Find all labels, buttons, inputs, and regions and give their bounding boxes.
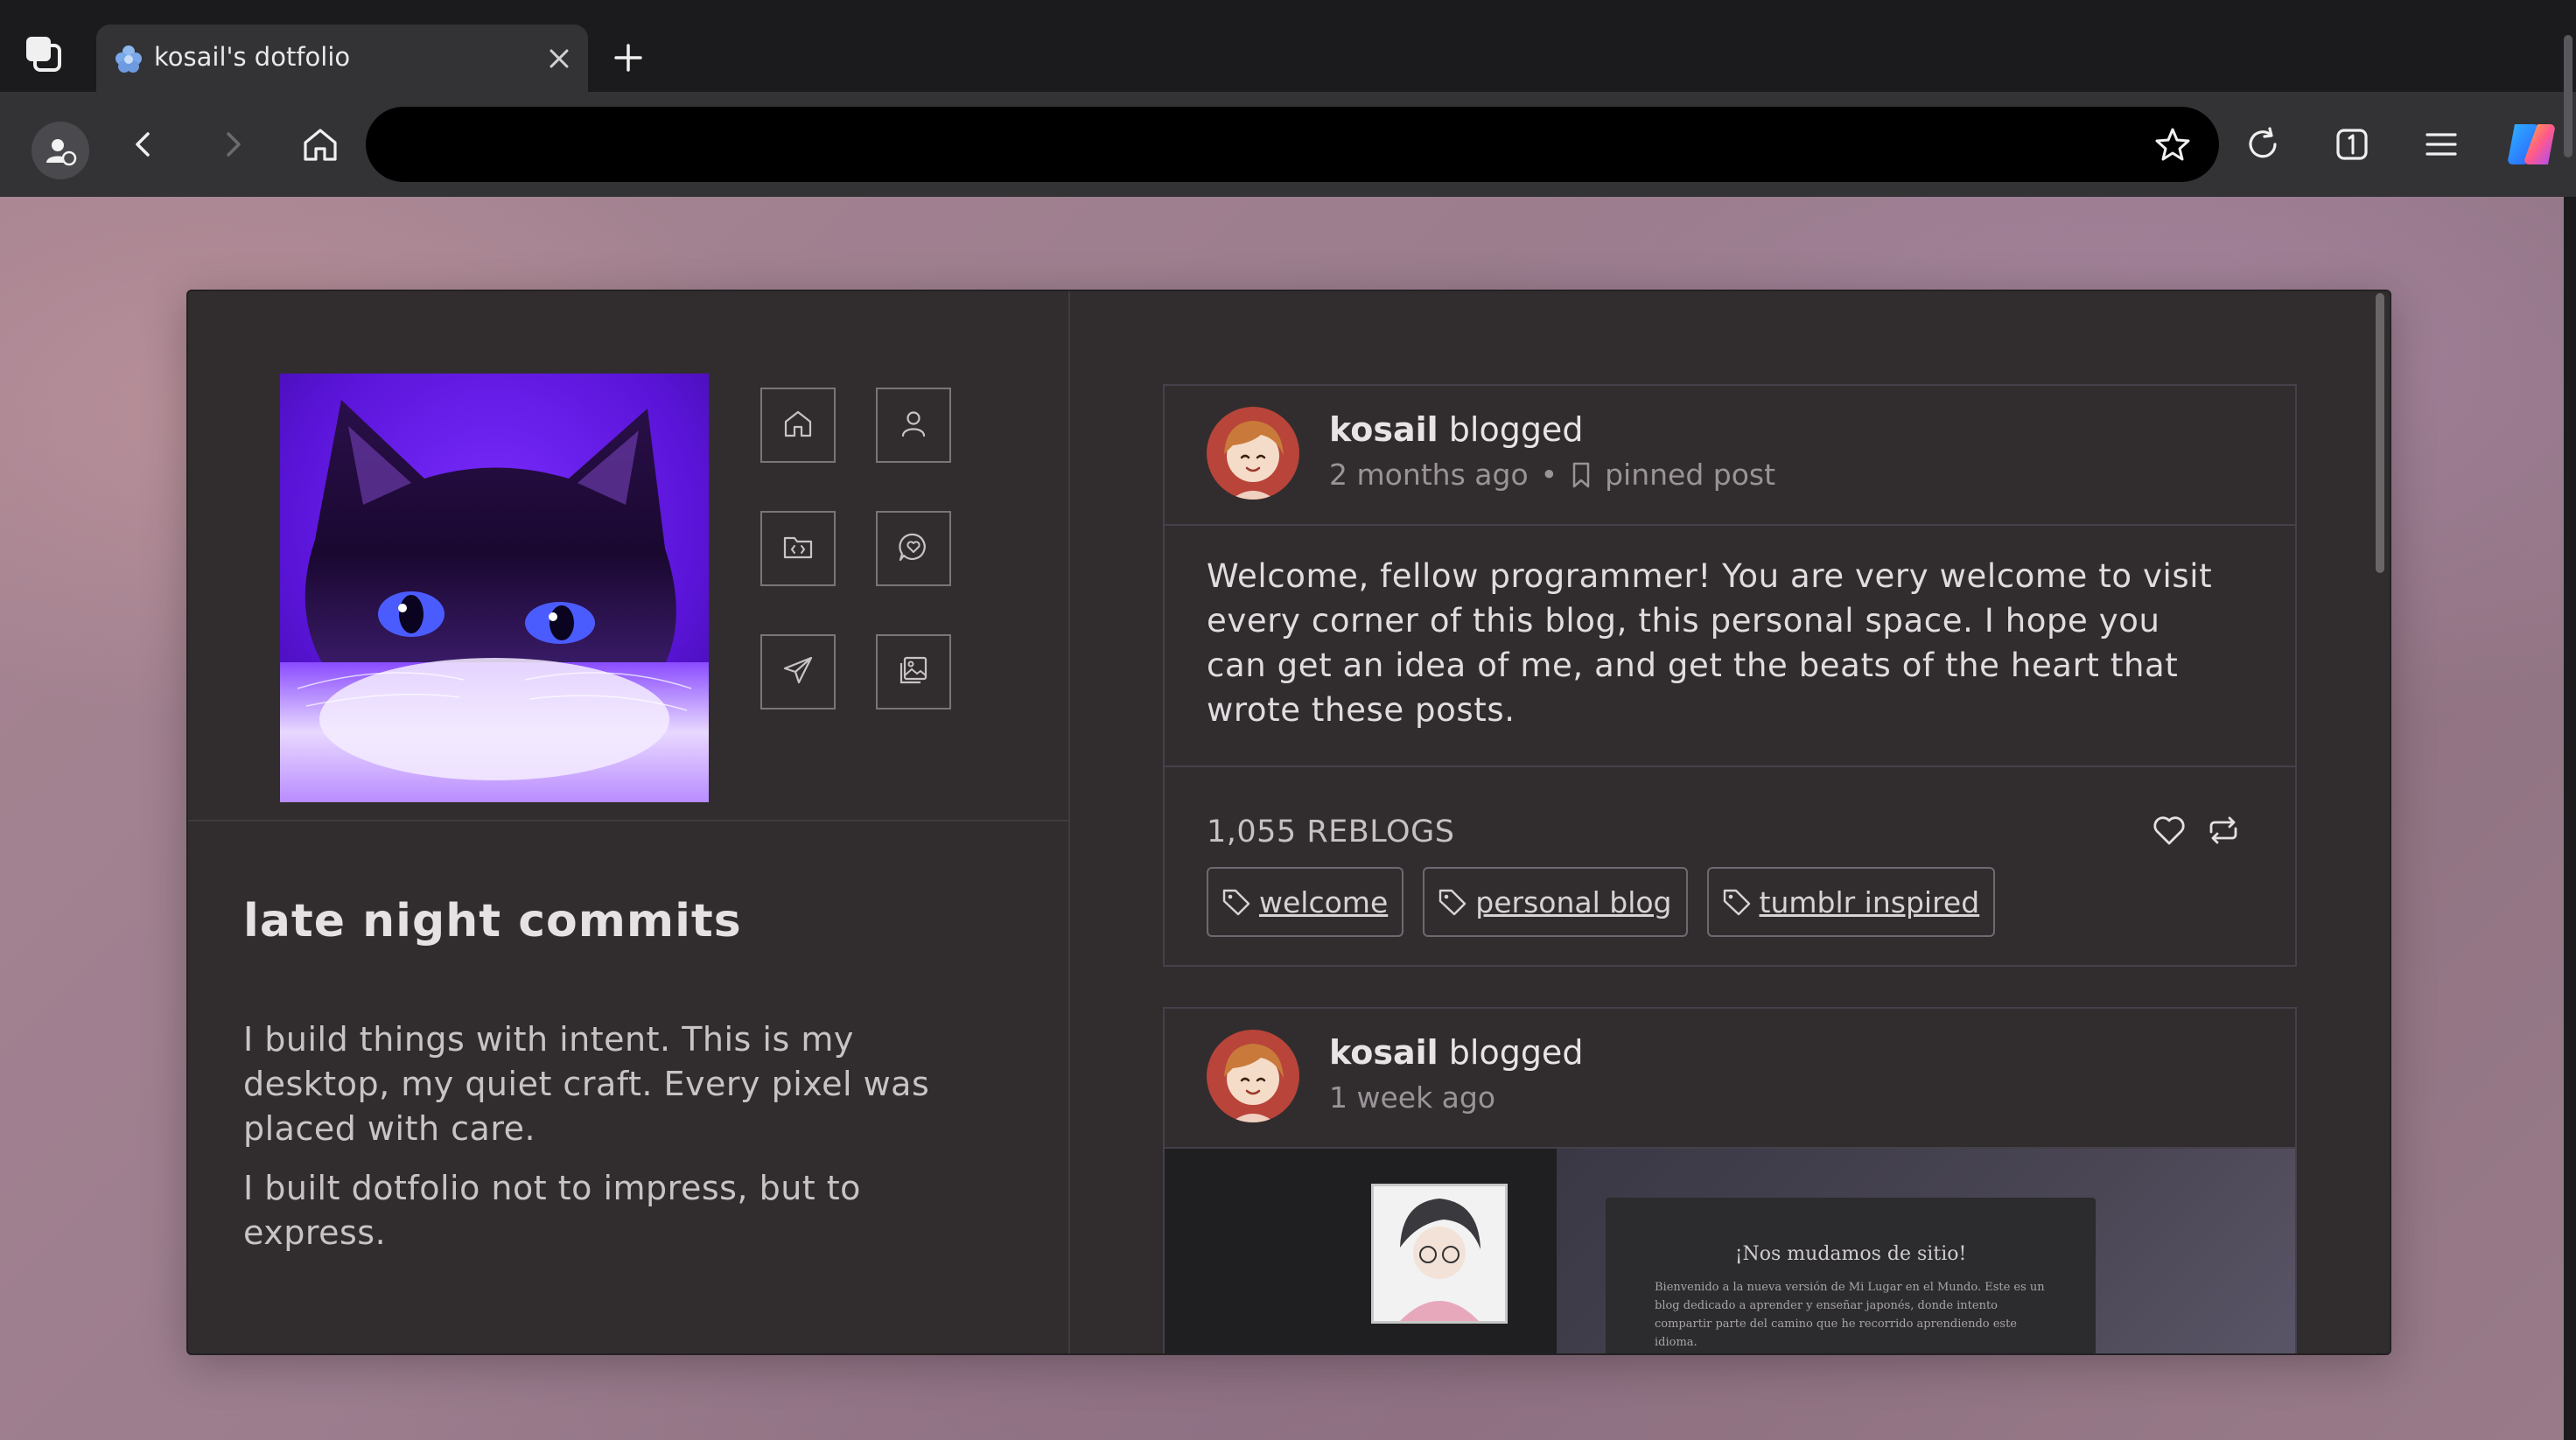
- profile-button[interactable]: [32, 122, 89, 179]
- active-tab[interactable]: kosail's dotfolio: [96, 24, 588, 93]
- post-card: kosail blogged 2 months ago • pinned pos…: [1163, 384, 2297, 967]
- preview-heading: ¡Nos mudamos de sitio!: [1734, 1243, 1967, 1265]
- dotfolio-window: late night commits I build things with i…: [186, 290, 2391, 1355]
- chat-heart-icon: [896, 529, 931, 568]
- post-feed: kosail blogged 2 months ago • pinned pos…: [1070, 291, 2390, 1353]
- tag-label: welcome: [1259, 884, 1389, 919]
- preview-portrait: [1371, 1184, 1508, 1324]
- refresh-button[interactable]: [2236, 118, 2289, 171]
- tag-personal-blog[interactable]: personal blog: [1423, 867, 1688, 937]
- tab-strip: kosail's dotfolio: [0, 0, 2576, 93]
- tag-label: personal blog: [1475, 884, 1672, 919]
- post-preview-image[interactable]: ¡Nos mudamos de sitio! Bienvenido a la n…: [1165, 1149, 2295, 1353]
- page-viewport: late night commits I build things with i…: [0, 197, 2564, 1440]
- tag-label: tumblr inspired: [1759, 884, 1980, 919]
- post-action: blogged: [1448, 1033, 1584, 1072]
- home-icon: [780, 406, 816, 444]
- post-header: kosail blogged 1 week ago: [1165, 1009, 2295, 1147]
- blog-title: late night commits: [243, 895, 742, 947]
- address-bar[interactable]: [366, 107, 2219, 184]
- author-avatar[interactable]: [1207, 407, 1299, 500]
- preview-main: ¡Nos mudamos de sitio! Bienvenido a la n…: [1557, 1149, 2295, 1353]
- user-icon: [896, 406, 931, 444]
- profile-sidebar: late night commits I build things with i…: [188, 291, 1070, 1353]
- feed-scrollbar[interactable]: [2376, 293, 2384, 573]
- tab-title: kosail's dotfolio: [154, 42, 351, 72]
- tag-icon: [1437, 886, 1468, 918]
- post-author-line: kosail blogged: [1329, 1033, 1583, 1072]
- post-time[interactable]: 1 week ago: [1329, 1080, 1495, 1115]
- nav-about-button[interactable]: [876, 388, 951, 463]
- heart-icon[interactable]: [2150, 811, 2188, 849]
- post-time[interactable]: 2 months ago: [1329, 458, 1529, 492]
- tag-icon: [1721, 886, 1753, 918]
- tab-actions-icon[interactable]: [23, 33, 65, 75]
- tag-welcome[interactable]: welcome: [1207, 867, 1404, 937]
- flower-favicon-icon: [114, 44, 144, 73]
- post-body: Welcome, fellow programmer! You are very…: [1207, 557, 2213, 729]
- home-button[interactable]: [294, 118, 346, 171]
- post-meta: 1 week ago: [1329, 1080, 1495, 1115]
- back-button[interactable]: [117, 118, 170, 171]
- meta-separator: •: [1540, 458, 1558, 492]
- nav-gallery-button[interactable]: [876, 634, 951, 710]
- post-divider: [1165, 765, 2295, 767]
- gallery-icon: [896, 653, 931, 691]
- tag-list: welcome personal blog tumblr inspired: [1207, 867, 1996, 937]
- preview-sidebar: [1165, 1149, 1557, 1353]
- post-divider: [1165, 524, 2295, 526]
- menu-icon[interactable]: [2415, 118, 2468, 171]
- nav-home-button[interactable]: [760, 388, 836, 463]
- pinned-label: pinned post: [1605, 458, 1776, 492]
- send-icon: [780, 653, 816, 691]
- post-action: blogged: [1448, 410, 1584, 449]
- nav-chat-button[interactable]: [876, 511, 951, 586]
- author-avatar[interactable]: [1207, 1030, 1299, 1122]
- author-name[interactable]: kosail: [1329, 1033, 1438, 1072]
- tag-icon: [1221, 886, 1252, 918]
- post-card: kosail blogged 1 week ago ¡Nos mudamos d…: [1163, 1007, 2297, 1353]
- preview-card: ¡Nos mudamos de sitio! Bienvenido a la n…: [1606, 1198, 2096, 1353]
- preview-text: Bienvenido a la nueva versión de Mi Luga…: [1655, 1281, 2045, 1349]
- post-header: kosail blogged 2 months ago • pinned pos…: [1165, 386, 2295, 524]
- post-meta: 2 months ago • pinned post: [1329, 458, 1775, 492]
- author-name[interactable]: kosail: [1329, 410, 1438, 449]
- reblog-count[interactable]: 1,055 REBLOGS: [1207, 814, 1454, 849]
- favorite-star-icon[interactable]: [2152, 124, 2193, 164]
- bookmark-icon: [1570, 461, 1592, 489]
- forward-button[interactable]: [206, 118, 259, 171]
- tab-count-button[interactable]: [2326, 118, 2378, 171]
- post-author-line: kosail blogged: [1329, 410, 1583, 449]
- close-tab-icon[interactable]: [546, 45, 572, 72]
- nav-grid: [760, 388, 970, 720]
- page-scrollbar[interactable]: [2564, 197, 2576, 1440]
- nav-projects-button[interactable]: [760, 511, 836, 586]
- bio-paragraph: I built dotfolio not to impress, but to …: [243, 1169, 861, 1252]
- nav-contact-button[interactable]: [760, 634, 836, 710]
- bio-paragraph: I build things with intent. This is my d…: [243, 1020, 930, 1148]
- new-tab-button[interactable]: [609, 38, 648, 77]
- cat-avatar-image: [280, 374, 709, 802]
- window-scrollbar-thumb[interactable]: [2564, 35, 2572, 157]
- browser-toolbar: [0, 92, 2576, 197]
- code-folder-icon: [780, 529, 816, 568]
- sidebar-divider: [188, 820, 1068, 821]
- tag-tumblr-inspired[interactable]: tumblr inspired: [1706, 867, 1996, 937]
- copilot-icon[interactable]: [2501, 114, 2562, 175]
- url-input[interactable]: [401, 107, 2067, 184]
- reblog-icon[interactable]: [2204, 811, 2243, 849]
